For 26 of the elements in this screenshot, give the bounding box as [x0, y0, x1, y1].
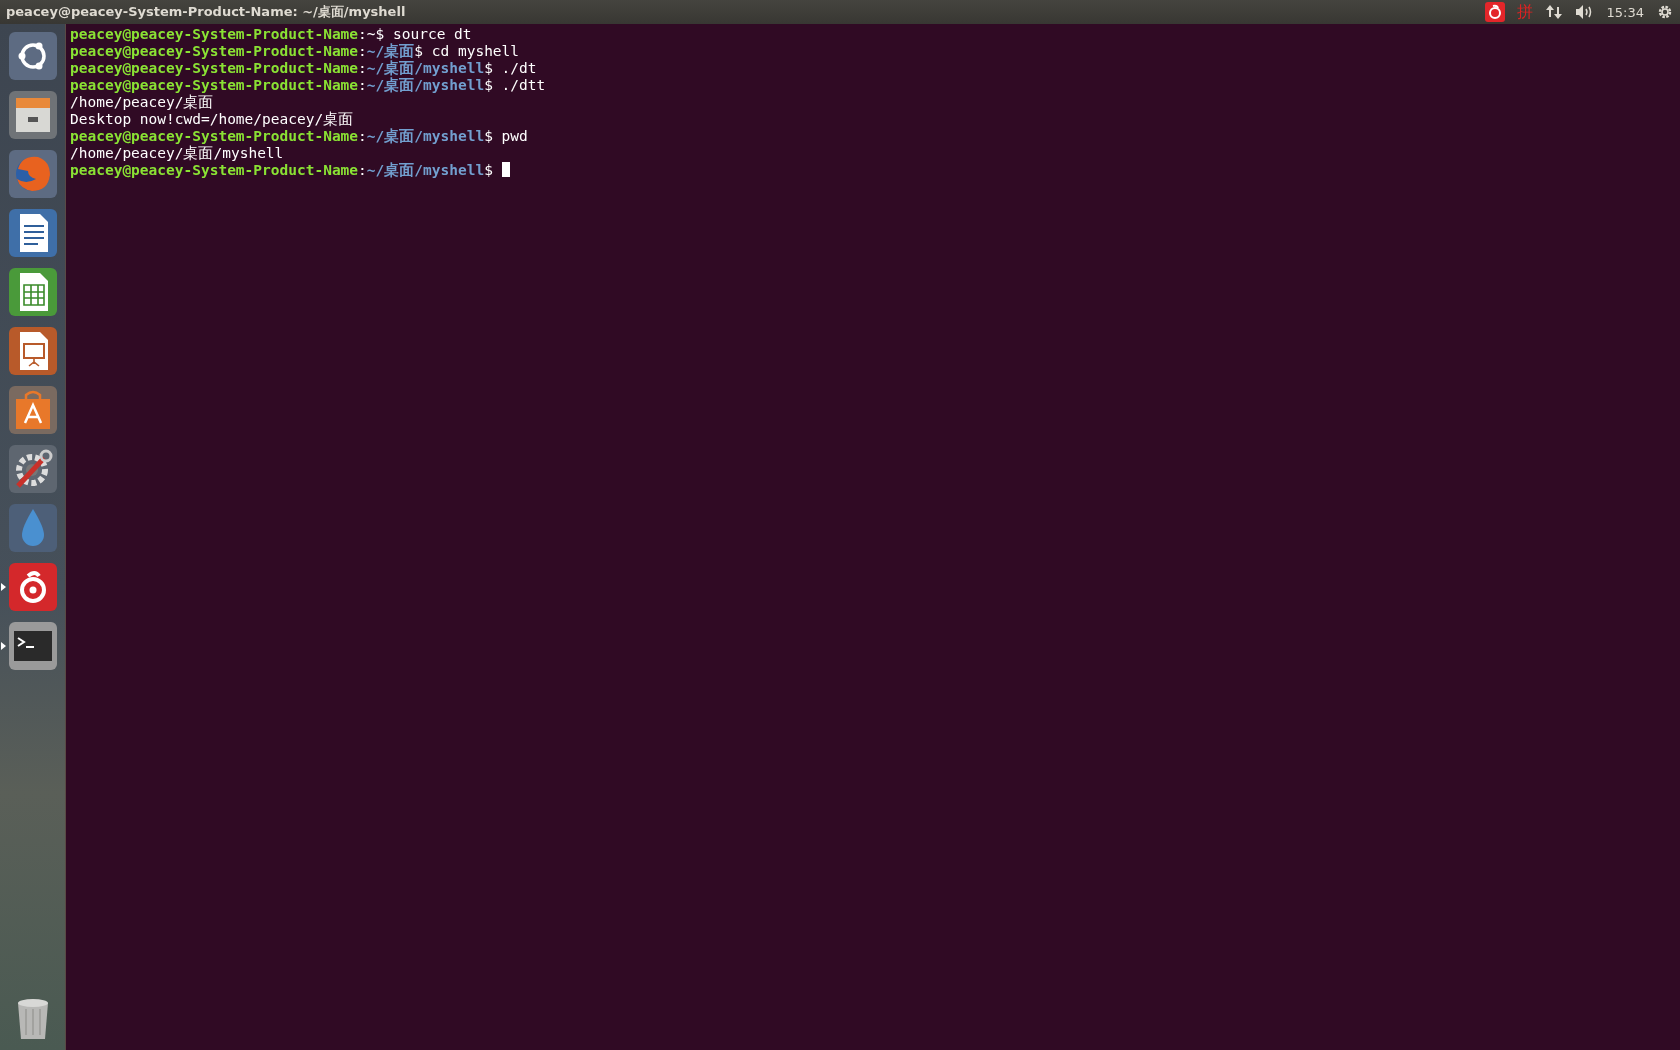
- terminal-line: peacey@peacey-System-Product-Name:~/桌面/myshell$: [70, 162, 510, 179]
- terminal-line: peacey@peacey-System-Product-Name:~/桌面/myshell$ ./dt: [70, 60, 537, 77]
- spreadsheet-icon[interactable]: [7, 267, 58, 317]
- gear-wrench-icon[interactable]: [7, 444, 58, 494]
- fox-globe-icon[interactable]: [7, 149, 58, 199]
- clock[interactable]: 15:34: [1606, 4, 1644, 20]
- presentation-icon[interactable]: [7, 326, 58, 376]
- terminal-line: peacey@peacey-System-Product-Name:~/桌面/myshell$ ./dtt: [70, 77, 546, 94]
- settings-icon[interactable]: [1656, 3, 1674, 21]
- water-drop-icon[interactable]: [7, 503, 58, 553]
- text-document-icon[interactable]: [7, 208, 58, 258]
- shopping-bag-icon[interactable]: [7, 385, 58, 435]
- terminal-line: peacey@peacey-System-Product-Name:~/桌面/myshell$ pwd: [70, 128, 528, 145]
- terminal-line: peacey@peacey-System-Product-Name:~/桌面$ cd myshell: [70, 43, 520, 60]
- terminal-icon[interactable]: [7, 621, 58, 671]
- dash-logo-icon[interactable]: [7, 31, 58, 81]
- terminal-cursor: [501, 162, 510, 177]
- window-title: peacey@peacey-System-Product-Name: ~/桌面/myshell: [6, 3, 406, 21]
- terminal-line: peacey@peacey-System-Product-Name:~$ source dt: [70, 26, 472, 43]
- network-arrows-icon[interactable]: [1544, 3, 1563, 21]
- terminal-line: /home/peacey/桌面/myshell: [70, 145, 284, 162]
- music-app-icon[interactable]: [1484, 2, 1505, 22]
- file-cabinet-icon[interactable]: [7, 90, 58, 140]
- terminal-line: Desktop now!cwd=/home/peacey/桌面: [70, 111, 354, 128]
- terminal-line: /home/peacey/桌面: [70, 94, 214, 111]
- music-app-icon[interactable]: [7, 562, 58, 612]
